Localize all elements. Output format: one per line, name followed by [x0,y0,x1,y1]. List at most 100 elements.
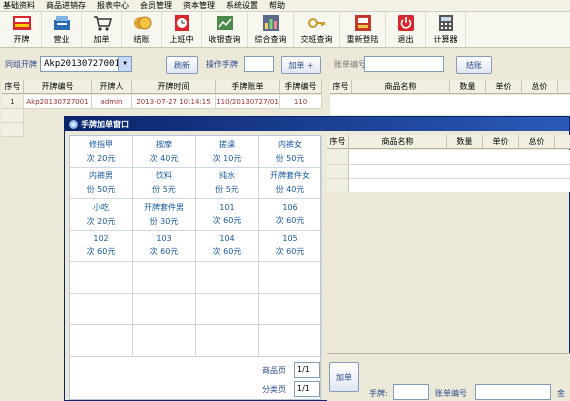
calculator-label: 计算器 [433,35,458,44]
amount-label: 金 [557,389,565,398]
product-item[interactable]: 饮料份 5元 [133,167,196,199]
cell-opener: admin [92,95,132,109]
col-index: 序号 [2,80,24,93]
menu-item-inventory[interactable]: 商品进销存 [46,0,86,11]
checkout-small-button[interactable]: 结账 [456,56,492,74]
table-row [2,109,24,123]
product-item[interactable]: 小吃次 20元 [70,199,133,231]
product-item[interactable]: 内裤女份 50元 [259,136,322,168]
col-hand-bill: 手牌账单 [216,80,280,93]
menu-bar: 基础资料 商品进销存 报表中心 会员管理 资本管理 系统设置 帮助 [0,0,570,12]
col-product-name: 商品名称 [349,135,447,148]
product-item[interactable]: 修指甲次 20元 [70,136,133,168]
product-page-label: 商品页 [262,366,286,375]
empty-cell [133,293,196,325]
product-item[interactable]: 104 次 60元 [196,230,259,262]
right-table-header: 序号 商品名称 数量 单价 总价 [330,80,570,94]
general-query-label: 综合查询 [254,35,287,44]
empty-cell [259,262,322,294]
toolbar: 开牌 营业 加单 结账 上班中 收银查询 综合查询 交班查询 重新登陆 退出 计… [0,12,570,48]
operator-card-label: 操作手牌 [206,60,238,69]
dialog-bill-label: 账单编号 [435,389,467,398]
business-label: 营业 [53,35,70,44]
menu-item-reports[interactable]: 报表中心 [97,0,129,11]
empty-cell [259,293,322,325]
row-header-column [327,150,349,192]
category-page-input[interactable]: 1/1 [294,381,320,397]
table-row[interactable]: 1 Akp20130727001 admin 2013-07-27 10:14:… [2,95,322,109]
col-index: 序号 [327,135,349,148]
dialog-order-header: 序号 商品名称 数量 单价 总价 [327,135,570,149]
dialog-titlebar: 手牌加单窗口 [65,117,569,131]
on-duty-label: 上班中 [169,35,194,44]
calculator-button[interactable]: 计算器 [426,12,466,47]
hand-card-input[interactable] [393,384,429,400]
product-item[interactable]: 开牌套件男份 30元 [133,199,196,231]
menu-item-settings[interactable]: 系统设置 [226,0,258,11]
col-product-name: 商品名称 [352,80,450,93]
col-open-time: 开牌时间 [132,80,216,93]
col-quantity: 数量 [450,80,486,93]
on-duty-button[interactable]: 上班中 [162,12,202,47]
business-button[interactable]: 营业 [42,12,82,47]
col-unit-price: 单价 [483,135,519,148]
menu-item-help[interactable]: 帮助 [269,0,285,11]
empty-cell [196,262,259,294]
bill-number-input[interactable] [364,56,444,72]
general-query-button[interactable]: 综合查询 [248,12,294,47]
exit-button[interactable]: 退出 [386,12,426,47]
dialog-order-body [327,150,570,192]
checkout-button[interactable]: 结账 [122,12,162,47]
menu-item-members[interactable]: 会员管理 [140,0,172,11]
col-quantity: 数量 [447,135,483,148]
open-card-label: 开牌 [13,35,30,44]
empty-cell [196,293,259,325]
operator-card-input[interactable] [244,56,274,72]
product-item[interactable]: 106 次 60元 [259,199,322,231]
col-total: 总价 [522,80,558,93]
group-card-select[interactable]: Akp20130727001 ▼ [40,56,132,72]
menu-item-capital[interactable]: 资本管理 [183,0,215,11]
col-opener: 开牌人 [92,80,132,93]
dialog-footer: 加单 手牌: 账单编号 金 [327,353,570,401]
clock-icon [172,14,192,32]
product-item[interactable]: 开牌套件女份 40元 [259,167,322,199]
bill-number-label: 账单编号 [334,60,366,69]
cashier-query-label: 收银查询 [208,35,241,44]
relogin-icon [353,14,373,32]
cell-open-time: 2013-07-27 10:14:15 [132,95,216,109]
product-item[interactable]: 搓澡次 10元 [196,136,259,168]
window-icon [69,119,78,129]
add-order-button[interactable]: 加单 [82,12,122,47]
open-card-button[interactable]: 开牌 [2,12,42,47]
relogin-button[interactable]: 重新登陆 [340,12,386,47]
group-card-value: Akp20130727001 [44,59,120,69]
group-card-label: 同组开牌 [5,60,37,69]
product-item[interactable]: 103 次 60元 [133,230,196,262]
add-order-toolbar-button[interactable]: 加单 + [281,56,321,74]
chart-icon [261,14,281,32]
cashier-query-button[interactable]: 收银查询 [202,12,248,47]
shift-query-button[interactable]: 交班查询 [294,12,340,47]
refresh-button[interactable]: 刷新 [166,56,198,74]
product-item[interactable]: 按摩次 40元 [133,136,196,168]
product-item[interactable]: 内裤男份 50元 [70,167,133,199]
product-item[interactable]: 102 次 60元 [70,230,133,262]
product-item[interactable]: 纯水份 5元 [196,167,259,199]
exit-label: 退出 [397,35,414,44]
col-card-number: 开牌编号 [24,80,92,93]
col-unit-price: 单价 [486,80,522,93]
add-order-dialog-button[interactable]: 加单 [329,362,359,392]
product-item[interactable]: 101 次 60元 [196,199,259,231]
sale-icon [12,14,32,32]
product-page-input[interactable]: 1/1 [294,362,320,378]
dialog-title: 手牌加单窗口 [81,119,129,129]
product-item[interactable]: 105 次 60元 [259,230,322,262]
product-grid: 修指甲次 20元 按摩次 40元 搓澡次 10元 内裤女份 50元 内裤男份 5… [69,135,322,400]
menu-item-basic[interactable]: 基础资料 [3,0,35,11]
chevron-down-icon[interactable]: ▼ [118,57,131,71]
dialog-bill-input[interactable] [475,384,551,400]
add-order-label: 加单 [93,35,110,44]
empty-cell [133,325,196,357]
relogin-label: 重新登陆 [346,35,379,44]
